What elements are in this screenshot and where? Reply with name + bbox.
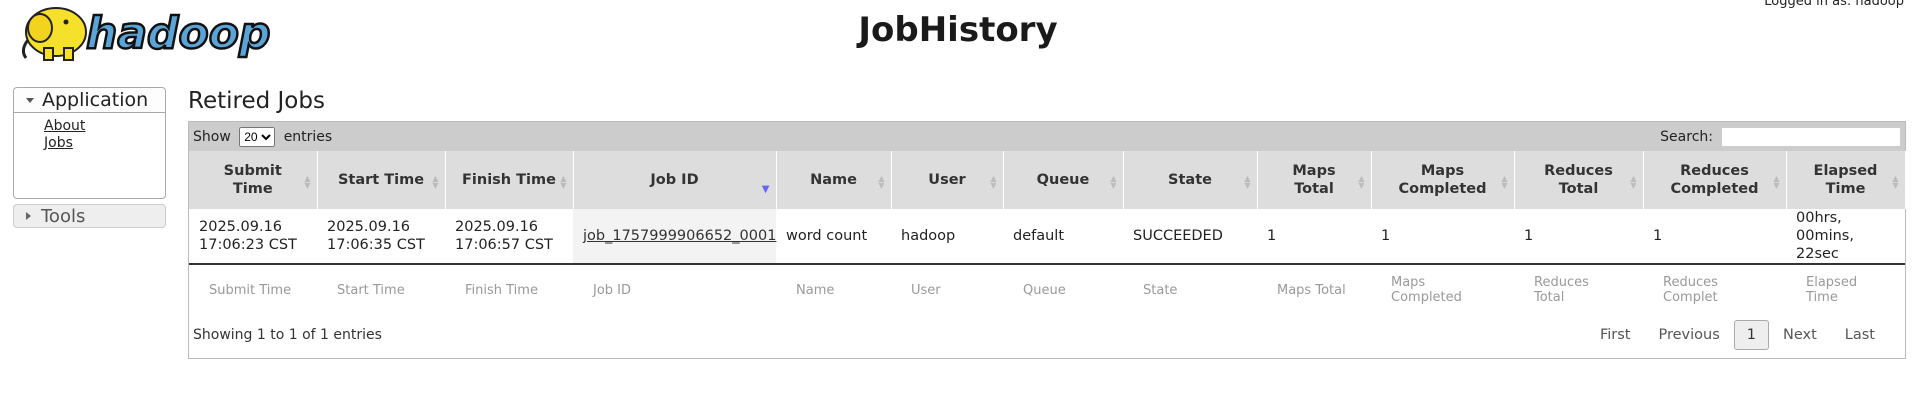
filter-start-time[interactable]: Start Time <box>317 264 445 315</box>
col-header-user[interactable]: User ▲ ▼ <box>891 151 1004 209</box>
pager-next[interactable]: Next <box>1769 327 1831 343</box>
entries-info: Showing 1 to 1 of 1 entries <box>193 327 382 343</box>
sort-icon: ▲ ▼ <box>1630 174 1637 190</box>
cell-state: SUCCEEDED <box>1123 209 1257 265</box>
col-header-finish-time[interactable]: Finish Time ▲ ▼ <box>445 151 574 209</box>
page-title: JobHistory <box>858 10 1058 50</box>
length-control: Show 20 entries <box>193 126 333 147</box>
sort-desc-icon: ▼ <box>761 184 770 195</box>
filter-state[interactable]: State <box>1123 264 1257 315</box>
cell-queue: default <box>1003 209 1123 265</box>
col-header-queue[interactable]: Queue ▲ ▼ <box>1003 151 1124 209</box>
sort-icon: ▲ ▼ <box>1501 174 1508 190</box>
cell-submit-time: 2025.09.16 17:06:23 CST <box>189 209 317 265</box>
filter-queue[interactable]: Queue <box>1003 264 1123 315</box>
pager-previous[interactable]: Previous <box>1644 327 1733 343</box>
filter-maps-total[interactable]: Maps Total <box>1257 264 1371 315</box>
table-footer-filters: Submit Time Start Time Finish Time Job I… <box>189 264 1905 315</box>
cell-maps-completed: 1 <box>1371 209 1514 265</box>
sort-icon: ▲ ▼ <box>560 174 567 190</box>
nav-link-about[interactable]: About <box>44 118 165 135</box>
nav-links: About Jobs <box>14 113 165 152</box>
nav-application-header[interactable]: Application <box>14 88 165 113</box>
sort-icon: ▲ ▼ <box>990 174 997 190</box>
sort-icon: ▲ ▼ <box>432 174 439 190</box>
filter-name[interactable]: Name <box>776 264 891 315</box>
nav-application-label: Application <box>42 89 149 111</box>
table-header: Submit Time ▲ ▼ Start Time ▲ ▼ Finish Time ▲ ▼… <box>189 151 1906 209</box>
table-body: 2025.09.16 17:06:23 CST 2025.09.16 17:06… <box>189 209 1905 265</box>
col-header-reduces-total[interactable]: Reduces Total ▲ ▼ <box>1514 151 1644 209</box>
cell-user: hadoop <box>891 209 1003 265</box>
col-header-state[interactable]: State ▲ ▼ <box>1123 151 1258 209</box>
filter-job-id[interactable]: Job ID <box>573 264 776 315</box>
filter-maps-completed[interactable]: Maps Completed <box>1371 264 1514 315</box>
pager-page-1[interactable]: 1 <box>1733 320 1769 350</box>
nav-tools-header[interactable]: Tools <box>13 204 166 228</box>
nav-link-jobs[interactable]: Jobs <box>44 135 165 152</box>
cell-finish-time: 2025.09.16 17:06:57 CST <box>445 209 573 265</box>
show-label: Show <box>193 128 231 145</box>
page-size-select[interactable]: 20 <box>239 126 276 147</box>
col-header-maps-total[interactable]: Maps Total ▲ ▼ <box>1257 151 1372 209</box>
sidebar-nav: Application About Jobs Tools <box>13 87 166 228</box>
cell-reduces-completed: 1 <box>1643 209 1786 265</box>
filter-elapsed-time[interactable]: Elapsed Time <box>1786 264 1905 315</box>
cell-maps-total: 1 <box>1257 209 1371 265</box>
entries-label: entries <box>283 128 333 145</box>
pager-first[interactable]: First <box>1586 327 1645 343</box>
filter-submit-time[interactable]: Submit Time <box>189 264 317 315</box>
filter-user[interactable]: User <box>891 264 1003 315</box>
search-label: Search: <box>1660 128 1713 145</box>
filter-reduces-total[interactable]: Reduces Total <box>1514 264 1643 315</box>
sort-icon: ▲ ▼ <box>878 174 885 190</box>
cell-name: word count <box>776 209 891 265</box>
search-control: Search: <box>1660 126 1901 147</box>
filter-reduces-completed[interactable]: Reduces Complet <box>1643 264 1786 315</box>
sort-icon: ▲ ▼ <box>1358 174 1365 190</box>
sort-icon: ▲ ▼ <box>1773 174 1780 190</box>
jobs-table-panel: Show 20 entries Search: Submit Time ▲ ▼ St… <box>188 121 1906 359</box>
sort-icon: ▲ ▼ <box>304 174 311 190</box>
col-header-elapsed-time[interactable]: Elapsed Time ▲ ▼ <box>1786 151 1906 209</box>
job-id-link[interactable]: job_1757999906652_0001 <box>583 228 776 244</box>
nav-application-section: Application About Jobs <box>13 87 166 199</box>
nav-tools-label: Tools <box>41 205 86 227</box>
jobs-table: Submit Time ▲ ▼ Start Time ▲ ▼ Finish Time ▲ ▼… <box>189 151 1906 315</box>
table-row: 2025.09.16 17:06:23 CST 2025.09.16 17:06… <box>189 209 1905 265</box>
logged-in-user: Logged in as: hadoop <box>1764 0 1904 9</box>
col-header-submit-time[interactable]: Submit Time ▲ ▼ <box>189 151 318 209</box>
cell-job-id: job_1757999906652_0001 <box>573 209 776 265</box>
col-header-start-time[interactable]: Start Time ▲ ▼ <box>317 151 446 209</box>
sort-icon: ▲ ▼ <box>1110 174 1117 190</box>
cell-start-time: 2025.09.16 17:06:35 CST <box>317 209 445 265</box>
table-info-row: Showing 1 to 1 of 1 entries First Previo… <box>189 315 1905 355</box>
col-header-job-id[interactable]: Job ID ▼ <box>573 151 777 209</box>
col-header-reduces-completed[interactable]: Reduces Completed ▲ ▼ <box>1643 151 1787 209</box>
triangle-right-icon <box>26 212 31 220</box>
cell-reduces-total: 1 <box>1514 209 1643 265</box>
sort-icon: ▲ ▼ <box>1892 174 1899 190</box>
triangle-down-icon <box>26 97 34 103</box>
filter-finish-time[interactable]: Finish Time <box>445 264 573 315</box>
table-toolbar: Show 20 entries Search: <box>189 122 1905 151</box>
sort-icon: ▲ ▼ <box>1244 174 1251 190</box>
section-title: Retired Jobs <box>188 88 325 114</box>
search-input[interactable] <box>1721 126 1901 147</box>
pager-last[interactable]: Last <box>1831 327 1889 343</box>
pagination: First Previous 1 Next Last <box>1586 320 1889 350</box>
col-header-name[interactable]: Name ▲ ▼ <box>776 151 892 209</box>
cell-elapsed-time: 00hrs, 00mins, 22sec <box>1786 209 1905 265</box>
col-header-maps-completed[interactable]: Maps Completed ▲ ▼ <box>1371 151 1515 209</box>
